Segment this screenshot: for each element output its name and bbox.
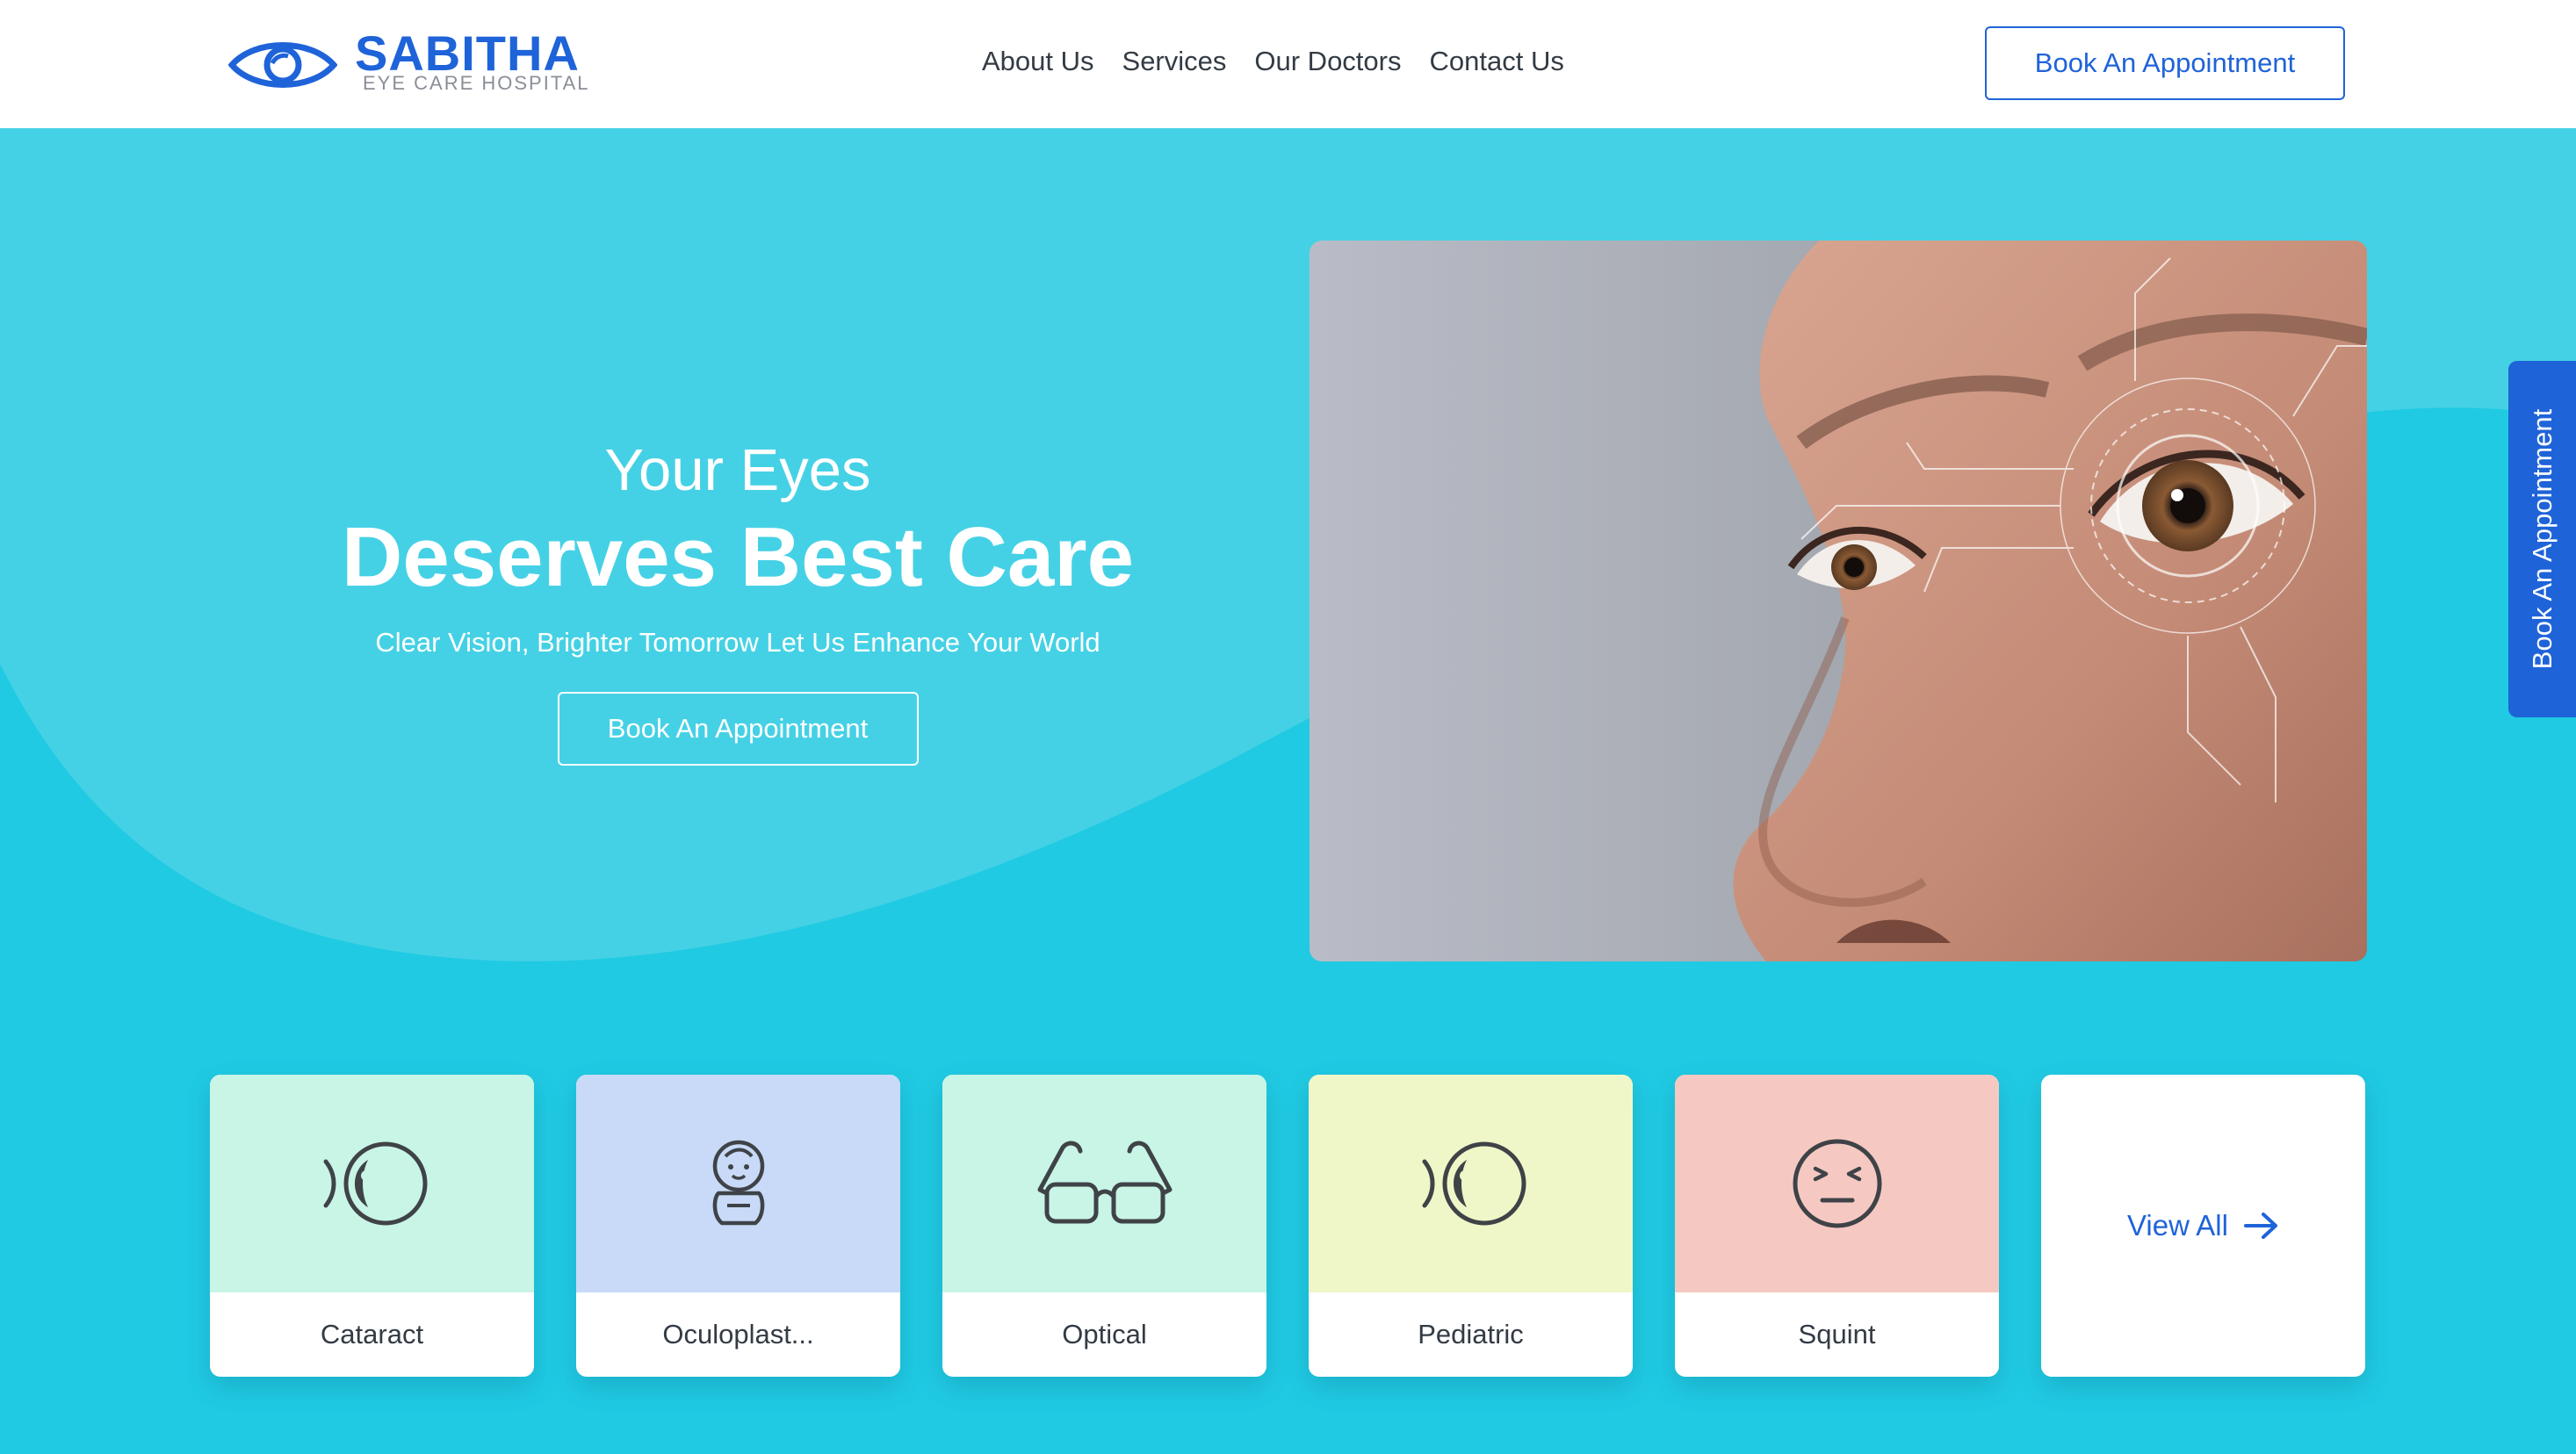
hero-book-appointment-button[interactable]: Book An Appointment (557, 692, 919, 766)
hero-image (1310, 241, 2367, 961)
eye-logo-icon (228, 42, 337, 88)
service-card-pediatric-icon-area (1309, 1075, 1633, 1292)
nav-contact-us[interactable]: Contact Us (1430, 46, 1564, 77)
services-row: Cataract Oculoplast... Optical Pediatric… (210, 1075, 2365, 1377)
baby-icon (712, 1140, 764, 1226)
view-all-services-button[interactable]: View All (2041, 1075, 2365, 1377)
nav-about-us[interactable]: About Us (982, 46, 1094, 77)
service-card-pediatric-label: Pediatric (1418, 1319, 1524, 1350)
nav-services[interactable]: Services (1122, 46, 1227, 77)
service-card-cataract[interactable]: Cataract (210, 1075, 534, 1377)
service-card-pediatric[interactable]: Pediatric (1309, 1075, 1633, 1377)
site-header: SABITHA EYE CARE HOSPITAL About Us Servi… (0, 0, 2576, 128)
service-card-squint[interactable]: Squint (1675, 1075, 1999, 1377)
view-all-label: View All (2127, 1209, 2228, 1242)
eye-profile-icon (323, 1141, 427, 1226)
main-nav: About Us Services Our Doctors Contact Us (982, 46, 1564, 77)
side-book-appointment-tab[interactable]: Book An Appointment (2508, 361, 2576, 717)
side-tab-label: Book An Appointment (2526, 408, 2558, 670)
woman-eye-scan-image (1310, 241, 2367, 961)
hero-kicker: Your Eyes (604, 437, 871, 503)
service-card-squint-label: Squint (1798, 1319, 1876, 1350)
logo-subtitle: EYE CARE HOSPITAL (363, 72, 590, 94)
hero-title: Deserves Best Care (342, 510, 1134, 604)
arrow-right-icon (2243, 1213, 2277, 1239)
service-card-cataract-icon-area (210, 1075, 534, 1292)
squint-face-icon (1793, 1139, 1881, 1228)
service-card-squint-icon-area (1675, 1075, 1999, 1292)
hero-content: Your Eyes Deserves Best Care Clear Visio… (316, 435, 1159, 766)
service-card-optical-icon-area (942, 1075, 1266, 1292)
service-card-oculoplasty[interactable]: Oculoplast... (576, 1075, 900, 1377)
service-card-cataract-label: Cataract (320, 1319, 424, 1350)
service-card-optical-label: Optical (1062, 1319, 1147, 1350)
service-card-optical[interactable]: Optical (942, 1075, 1266, 1377)
service-card-oculoplasty-label: Oculoplast... (662, 1319, 814, 1350)
eye-profile-icon (1422, 1141, 1526, 1226)
service-card-oculoplasty-icon-area (576, 1075, 900, 1292)
header-book-appointment-button[interactable]: Book An Appointment (1985, 26, 2345, 100)
nav-our-doctors[interactable]: Our Doctors (1254, 46, 1401, 77)
site-logo[interactable]: SABITHA EYE CARE HOSPITAL (228, 25, 588, 104)
hero-subtitle: Clear Vision, Brighter Tomorrow Let Us E… (375, 627, 1100, 658)
glasses-icon (1037, 1141, 1172, 1224)
